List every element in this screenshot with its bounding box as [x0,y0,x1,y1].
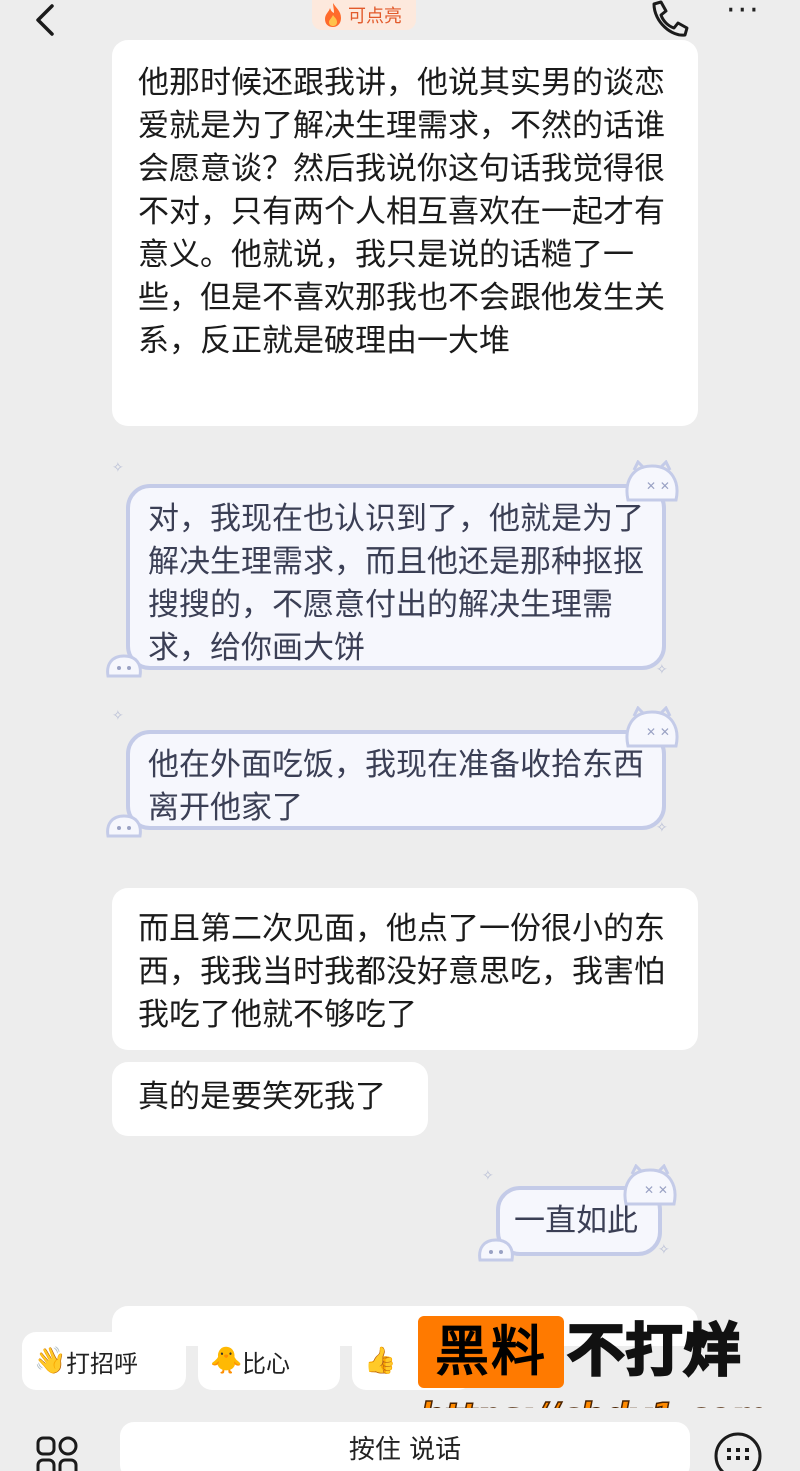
svg-text:✕ ✕: ✕ ✕ [644,1183,668,1197]
keyboard-toggle-button[interactable] [712,1430,764,1471]
message-text: 他在外面吃饭，我现在准备收拾东西离开他家了 [148,747,644,826]
message-text: 真的是要笑死我了 [138,1079,386,1115]
heart-hand-duck-icon: 🐥 [210,1346,243,1376]
apps-grid-icon [36,1436,78,1471]
message-text: 他那时候还跟我讲，他说其实男的谈恋爱就是为了解决生理需求，不然的话谁会愿意谈？然… [138,65,665,359]
svg-text:✕ ✕: ✕ ✕ [646,725,670,739]
cloud-cat-decoration-icon [106,814,142,838]
hold-to-talk-button[interactable]: 按住 说话 [120,1422,690,1471]
apps-button[interactable] [34,1434,84,1471]
voice-call-button[interactable] [646,0,690,38]
more-icon: ··· [726,0,761,28]
message-bubble-incoming[interactable]: 真的是要笑死我了 [112,1062,428,1136]
sparkle-icon: ✧ [658,1242,670,1258]
watermark-logo-box: 黑料 [418,1316,564,1388]
message-text: 对，我现在也认识到了，他就是为了解决生理需求，而且他还是那种抠抠搜搜的，不愿意付… [148,501,644,666]
sparkle-icon: ✧ [656,820,668,836]
back-button[interactable] [28,2,68,42]
cloud-cat-decoration-icon: ✕ ✕ [625,460,679,502]
wave-hand-icon: 👋 [34,1346,67,1376]
thumbs-up-icon: 👍 [364,1346,397,1376]
message-bubble-outgoing[interactable]: 对，我现在也认识到了，他就是为了解决生理需求，而且他还是那种抠抠搜搜的，不愿意付… [126,484,666,670]
more-menu-button[interactable]: ··· [726,0,776,30]
flame-icon [325,3,341,27]
quick-reply-label: 打招呼 [66,1349,138,1378]
hold-to-talk-label: 按住 说话 [348,1435,462,1465]
message-text: 一直如此 [514,1203,638,1239]
quick-reply-heart[interactable]: 🐥 比心 [198,1332,340,1390]
message-bubble-outgoing[interactable]: 他在外面吃饭，我现在准备收拾东西离开他家了 [126,730,666,830]
sparkle-icon: ✧ [482,1168,494,1184]
spark-badge[interactable]: 可点亮 [312,0,416,30]
cloud-cat-decoration-icon: ✕ ✕ [623,1164,677,1206]
keyboard-icon [714,1432,762,1471]
input-bar: 按住 说话 [0,1408,800,1471]
svg-text:✕ ✕: ✕ ✕ [646,479,670,493]
sparkle-icon: ✧ [112,460,124,476]
quick-reply-label: 比心 [242,1349,290,1378]
badge-label: 可点亮 [348,6,402,27]
cloud-cat-decoration-icon [478,1238,514,1262]
phone-icon [652,0,689,37]
cloud-cat-decoration-icon [106,654,142,678]
watermark-text: 不打烊 [567,1318,742,1386]
message-text: 而且第二次见面，他点了一份很小的东西，我我当时我都没好意思吃，我害怕我吃了他就不… [138,911,665,1033]
message-bubble-incoming[interactable]: 他那时候还跟我讲，他说其实男的谈恋爱就是为了解决生理需求，不然的话谁会愿意谈？然… [112,40,698,426]
quick-reply-greet[interactable]: 👋 打招呼 [22,1332,186,1390]
sparkle-icon: ✧ [112,708,124,724]
message-bubble-incoming[interactable]: 而且第二次见面，他点了一份很小的东西，我我当时我都没好意思吃，我害怕我吃了他就不… [112,888,698,1050]
cloud-cat-decoration-icon: ✕ ✕ [625,706,679,748]
chevron-left-icon [36,4,54,36]
sparkle-icon: ✧ [656,662,668,678]
